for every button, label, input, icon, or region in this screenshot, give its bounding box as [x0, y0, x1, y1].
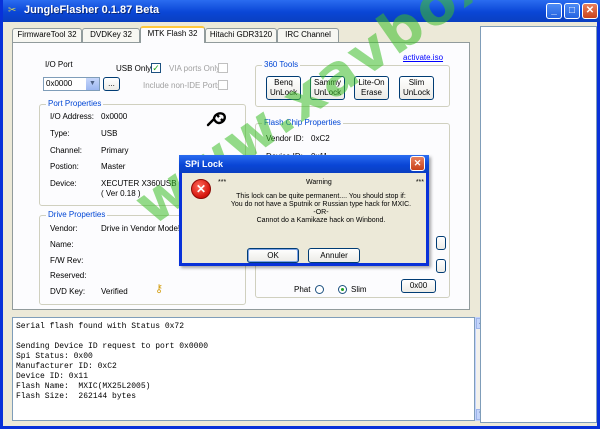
- type-value: USB: [101, 129, 118, 138]
- port-select[interactable]: 0x0000 ▼: [43, 77, 100, 91]
- vendor-id-value: 0xC2: [311, 134, 330, 143]
- position-value: Master: [101, 162, 126, 171]
- vendor-label: Vendor:: [50, 224, 78, 233]
- main-window: ✂ JungleFlasher 0.1.87 Beta _ □ ✕ Firmwa…: [0, 0, 600, 429]
- vendor-id-label: Vendor ID:: [266, 134, 304, 143]
- channel-value: Primary: [101, 146, 129, 155]
- tab-irc-channel[interactable]: IRC Channel: [277, 28, 339, 42]
- drive-properties-legend: Drive Properties: [46, 210, 108, 219]
- dialog-close-icon[interactable]: ✕: [410, 156, 425, 171]
- device-version: ( Ver 0.18 ): [101, 189, 141, 198]
- benq-unlock-button[interactable]: Benq UnLock: [266, 76, 301, 100]
- device-value: XECUTER X360USB P: [101, 179, 185, 188]
- sammy-unlock-label-1: Sammy: [313, 78, 342, 87]
- tools-360-legend: 360 Tools: [262, 60, 301, 69]
- minimize-button[interactable]: _: [546, 3, 562, 19]
- title-bar[interactable]: ✂ JungleFlasher 0.1.87 Beta _ □ ✕: [3, 0, 600, 22]
- activate-iso-link[interactable]: activate.iso: [403, 53, 443, 62]
- key-icon: ⚷: [155, 283, 164, 295]
- cancel-button[interactable]: Annuler: [308, 248, 360, 263]
- tab-dvdkey[interactable]: DVDKey 32: [82, 28, 140, 42]
- dialog-title[interactable]: SPi Lock: [179, 155, 429, 173]
- tools-360-group: 360 Tools Benq UnLock Sammy UnLock Lite-On…: [255, 60, 450, 107]
- io-address-label: I/O Address:: [50, 112, 95, 121]
- include-non-ide-label: Include non-IDE Ports: [143, 81, 222, 90]
- ok-button[interactable]: OK: [247, 248, 299, 263]
- liteon-erase-label-2: Erase: [361, 88, 382, 97]
- via-ports-checkbox[interactable]: [218, 63, 228, 73]
- tab-firmwaretool[interactable]: FirmwareTool 32: [12, 28, 82, 42]
- type-label: Type:: [50, 129, 70, 138]
- via-ports-label: VIA ports Only: [169, 64, 221, 73]
- browse-button[interactable]: ...: [103, 77, 120, 91]
- slim-unlock-button[interactable]: Slim UnLock: [399, 76, 434, 100]
- fw-rev-label: F/W Rev:: [50, 256, 84, 265]
- sammy-unlock-label-2: UnLock: [313, 88, 342, 97]
- port-select-value: 0x0000: [46, 79, 73, 88]
- sammy-unlock-button[interactable]: Sammy UnLock: [310, 76, 345, 100]
- phat-radio[interactable]: [315, 285, 324, 294]
- name-label: Name:: [50, 240, 74, 249]
- dvd-key-label: DVD Key:: [50, 287, 86, 296]
- app-icon: ✂: [8, 5, 17, 16]
- log-line: Serial flash found with Status 0x72: [16, 322, 185, 331]
- dvd-key-value: Verified: [101, 287, 128, 296]
- liteon-erase-button[interactable]: Lite-On Erase: [354, 76, 389, 100]
- dialog-message: *** Warning *** This lock can be quite p…: [218, 179, 424, 225]
- slim-label: Slim: [351, 285, 367, 294]
- device-label: Device:: [50, 179, 77, 188]
- usb-plug-icon: [205, 109, 229, 129]
- message-line: -OR-: [313, 209, 329, 216]
- slim-unlock-label-2: UnLock: [402, 88, 431, 97]
- vendor-value: Drive in Vendor Mode!: [101, 224, 181, 233]
- message-line: Cannot do a Kamikaze hack on Winbond.: [256, 217, 386, 224]
- phat-label: Phat: [294, 285, 311, 294]
- maximize-button[interactable]: □: [564, 3, 580, 19]
- spi-lock-dialog: SPi Lock ✕ ✕ *** Warning *** This lock c…: [179, 155, 429, 266]
- error-icon: ✕: [191, 179, 211, 199]
- stars-left: ***: [218, 179, 227, 186]
- check-icon: ✓: [152, 63, 160, 73]
- right-panel: [480, 26, 597, 423]
- liteon-erase-label-1: Lite-On: [358, 78, 385, 87]
- side-button-2[interactable]: [436, 259, 446, 273]
- log-line: Flash Size: 262144 bytes: [16, 392, 137, 401]
- io-port-label: I/O Port: [45, 60, 73, 69]
- tab-mtk-flash[interactable]: MTK Flash 32: [140, 26, 205, 43]
- hex-value-button[interactable]: 0x00: [401, 279, 436, 293]
- close-button[interactable]: ✕: [582, 3, 598, 19]
- message-line: This lock can be quite permanent.... You…: [236, 193, 406, 200]
- channel-label: Channel:: [50, 146, 83, 155]
- log-output[interactable]: Serial flash found with Status 0x72 Send…: [12, 317, 475, 421]
- message-line: You do not have a Sputnik or Russian typ…: [230, 201, 412, 208]
- position-label: Postion:: [50, 162, 79, 171]
- log-line: Device ID: 0x11: [16, 372, 89, 381]
- io-address-value: 0x0000: [101, 112, 128, 121]
- flash-chip-legend: Flash Chip Properties: [262, 118, 343, 127]
- chevron-down-icon[interactable]: ▼: [86, 78, 99, 90]
- warning-text: Warning: [306, 179, 332, 186]
- log-line: Flash Name: MXIC(MX25L2005): [16, 382, 151, 391]
- slim-radio[interactable]: [338, 285, 347, 294]
- benq-unlock-label-1: Benq: [274, 78, 293, 87]
- port-properties-legend: Port Properties: [46, 99, 104, 108]
- tab-hitachi[interactable]: Hitachi GDR3120: [205, 28, 277, 42]
- window-title: JungleFlasher 0.1.87 Beta: [24, 4, 160, 16]
- usb-only-checkbox[interactable]: ✓: [151, 63, 161, 73]
- log-line: Spi Status: 0x00: [16, 352, 93, 361]
- stars-right: ***: [415, 179, 424, 186]
- benq-unlock-label-2: UnLock: [269, 88, 298, 97]
- usb-only-label: USB Only: [116, 64, 152, 73]
- log-line: Manufacturer ID: 0xC2: [16, 362, 117, 371]
- reserved-label: Reserved:: [50, 271, 87, 280]
- log-line: Sending Device ID request to port 0x0000: [16, 342, 209, 351]
- side-button-1[interactable]: [436, 236, 446, 250]
- include-non-ide-checkbox[interactable]: [218, 80, 228, 90]
- slim-unlock-label-1: Slim: [408, 78, 425, 87]
